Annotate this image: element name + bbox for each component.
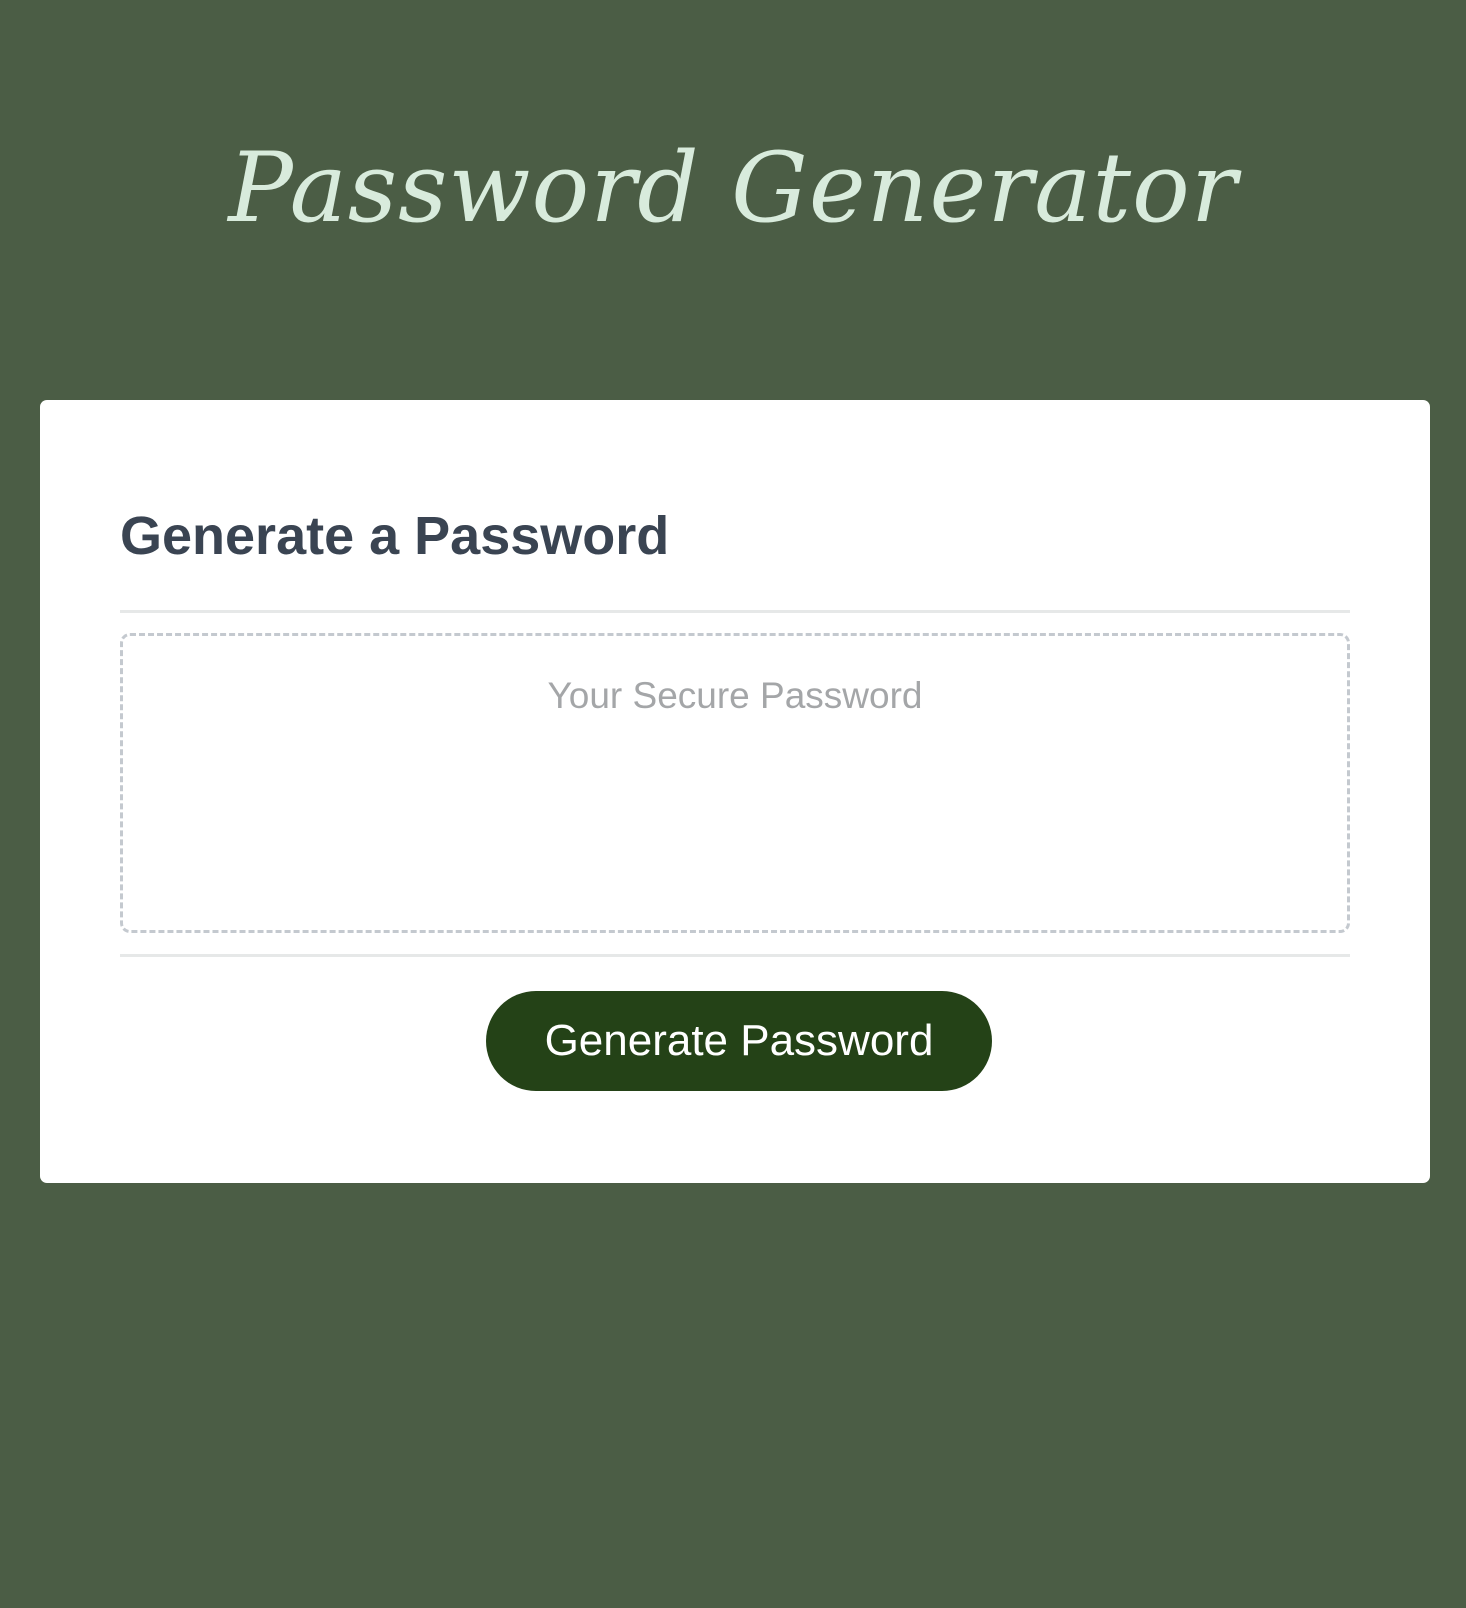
password-output-field[interactable] bbox=[120, 633, 1350, 933]
card-divider-bottom bbox=[120, 954, 1350, 957]
password-card: Generate a Password Generate Password bbox=[40, 400, 1430, 1183]
page-title: Password Generator bbox=[228, 132, 1238, 244]
card-divider-top bbox=[120, 610, 1350, 613]
card-title: Generate a Password bbox=[120, 506, 670, 566]
generate-password-button[interactable]: Generate Password bbox=[486, 991, 992, 1091]
